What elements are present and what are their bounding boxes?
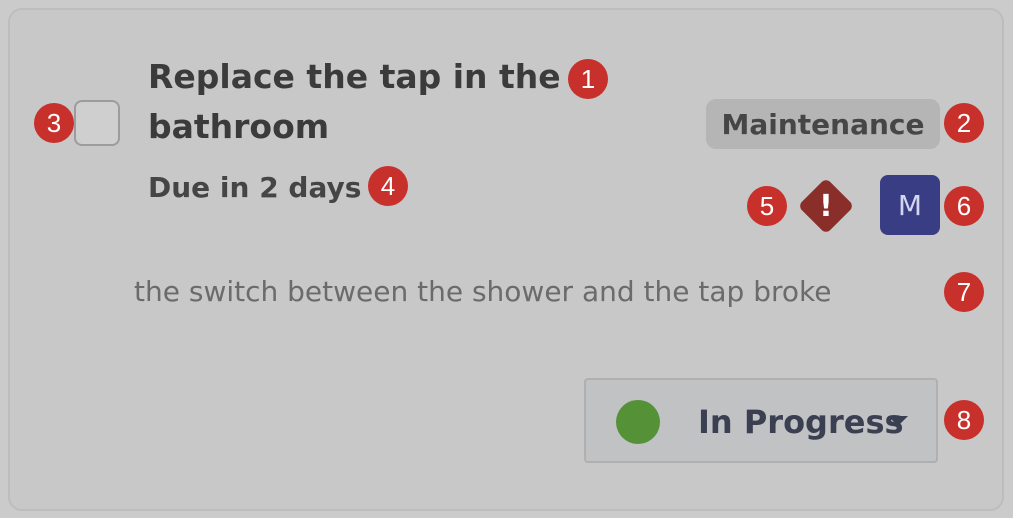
status-dropdown[interactable]: In Progress <box>584 378 938 463</box>
task-title: Replace the tap in the bathroom <box>148 52 568 152</box>
priority-icon: ! <box>797 177 855 235</box>
task-description: the switch between the shower and the ta… <box>134 272 831 312</box>
status-indicator-dot <box>616 400 660 444</box>
annotation-badge: 8 <box>944 400 984 440</box>
due-date-text: Due in 2 days <box>148 168 361 208</box>
annotation-badge: 2 <box>944 103 984 143</box>
annotation-badge: 4 <box>368 166 408 206</box>
caret-down-icon <box>888 416 908 426</box>
annotation-badge: 7 <box>944 272 984 312</box>
task-complete-checkbox[interactable] <box>74 100 120 146</box>
exclamation-icon: ! <box>819 189 833 224</box>
annotation-badge: 5 <box>747 186 787 226</box>
annotation-badge: 6 <box>944 186 984 226</box>
annotation-badge: 1 <box>568 59 608 99</box>
category-tag[interactable]: Maintenance <box>706 99 940 149</box>
status-label: In Progress <box>698 402 904 442</box>
annotation-badge: 3 <box>34 103 74 143</box>
assignee-avatar[interactable]: M <box>880 175 940 235</box>
